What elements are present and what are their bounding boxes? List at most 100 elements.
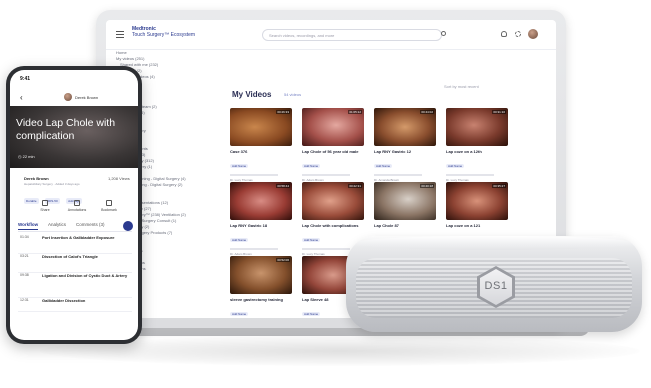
video-title[interactable]: Lap Chole with complications [302, 223, 364, 228]
video-card[interactable]: 00:58:44 Lap RNY Gastric 18 Add Name Dr. Ad… [230, 182, 292, 256]
video-tag[interactable]: Add Name [230, 312, 249, 316]
video-title[interactable]: Lap RNY Gastric 12 [374, 149, 436, 154]
video-author: Derek Brown [24, 176, 49, 181]
step-title: Dissection of Calot's Triangle [42, 254, 98, 259]
video-duration: 00:40:18 [420, 184, 434, 188]
video-duration: 01:05:12 [348, 110, 362, 114]
annotations-icon [74, 200, 80, 206]
video-tag[interactable]: Add Name [302, 164, 321, 168]
tab-analytics[interactable]: Analytics [48, 222, 66, 227]
video-card[interactable]: 00:31:10 Lap coze on a 12th Add Name Dr. Lu… [446, 108, 508, 182]
video-thumbnail[interactable]: 00:40:18 [374, 182, 436, 220]
video-duration: 00:58:44 [276, 184, 290, 188]
video-thumbnail[interactable]: 00:35:27 [446, 182, 508, 220]
video-title[interactable]: sleeve gastrectomy training [230, 297, 292, 302]
video-title: Video Lap Chole with complication [16, 117, 116, 142]
back-icon[interactable]: ‹ [20, 94, 23, 102]
video-duration: 00:26:33 [276, 110, 290, 114]
add-button[interactable] [123, 221, 133, 231]
video-thumbnail[interactable]: 00:26:33 [230, 108, 292, 146]
video-title[interactable]: Case 376 [230, 149, 292, 154]
video-duration: 00:22:31 [348, 184, 362, 188]
page-title: My Videos [232, 90, 272, 99]
step-time: 03:21 [20, 254, 29, 258]
phone: 9:41 ‹ Derek Brown Video Lap Chole with … [6, 66, 142, 344]
video-card[interactable]: 00:52:06 sleeve gastrectomy training Add N… [230, 256, 292, 318]
video-tag[interactable]: Add Name [446, 164, 465, 168]
top-bar: Medtronic Touch Surgery™ Ecosystem Searc… [106, 20, 556, 50]
divider [374, 174, 422, 176]
workflow-step[interactable]: 12:31 Gallbladder Dissection [18, 298, 132, 312]
video-duration: 00:52:06 [276, 258, 290, 262]
share-icon [42, 200, 48, 206]
bookmark-icon [106, 200, 112, 206]
device-logo-label: DS1 [484, 280, 508, 292]
search-icon[interactable] [441, 31, 446, 36]
video-thumbnail[interactable]: 01:05:12 [302, 108, 364, 146]
video-tag[interactable]: Add Name [302, 238, 321, 242]
phone-screen: 9:41 ‹ Derek Brown Video Lap Chole with … [10, 70, 138, 340]
share-label: Share [40, 208, 50, 212]
product-scene: Medtronic Touch Surgery™ Ecosystem Searc… [0, 0, 651, 388]
brand-logo[interactable]: Medtronic Touch Surgery™ Ecosystem [132, 26, 196, 38]
workflow-step[interactable]: 03:21 Dissection of Calot's Triangle [18, 254, 132, 273]
divider [230, 248, 278, 250]
video-card[interactable]: 00:44:02 Lap RNY Gastric 12 Add Name Dr. Am… [374, 108, 436, 182]
video-title[interactable]: Lap coze on a 12th [446, 149, 508, 154]
device-top [354, 236, 634, 250]
divider [302, 174, 350, 176]
video-tag[interactable]: Add Name [230, 238, 249, 242]
video-duration: ◷ 22 min [18, 154, 35, 159]
annotations-button[interactable]: Annotations [64, 200, 90, 212]
video-duration: 00:31:10 [492, 110, 506, 114]
menu-icon[interactable] [116, 31, 124, 38]
workflow-step[interactable]: 09:38 Ligation and Division of Cystic Duc… [18, 273, 132, 298]
video-title[interactable]: Lap Chole 87 [374, 223, 436, 228]
settings-icon[interactable] [515, 31, 521, 37]
step-time: 01:34 [20, 235, 29, 239]
video-thumbnail[interactable]: 00:22:31 [302, 182, 364, 220]
divider [230, 174, 278, 176]
sort-control[interactable]: Sort by most recent [444, 84, 479, 89]
video-tag[interactable]: Add Name [302, 312, 321, 316]
step-title: Gallbladder Dissection [42, 298, 86, 303]
video-tag[interactable]: Add Name [374, 164, 393, 168]
tab-comments[interactable]: Comments (3) [76, 222, 105, 227]
video-duration: 00:44:02 [420, 110, 434, 114]
video-title[interactable]: Lap RNY Gastric 18 [230, 223, 292, 228]
tab-bar: Workflow Analytics Comments (3) [18, 222, 132, 232]
notifications-icon[interactable] [501, 31, 507, 37]
step-title: Port Insertion & Gallbladder Exposure [42, 235, 115, 240]
video-title[interactable]: Lap coze on a 121 [446, 223, 508, 228]
step-title: Ligation and Division of Cystic Duct & A… [42, 273, 128, 278]
video-duration: 00:35:27 [492, 184, 506, 188]
step-time: 09:38 [20, 273, 29, 277]
user-avatar[interactable] [528, 29, 538, 39]
video-duration-text: 22 min [22, 154, 35, 159]
video-subtitle: Hepatobiliary Surgery · Added 3 days ago [24, 182, 80, 186]
brand-product: Touch Surgery™ Ecosystem [132, 31, 196, 38]
video-card[interactable]: 01:05:12 Lap Chole of 56 year old male Add… [302, 108, 364, 182]
user-name: Derek Brown [75, 95, 99, 100]
video-title[interactable]: Lap Chole of 56 year old male [302, 149, 364, 154]
bookmark-label: Bookmark [101, 208, 117, 212]
video-tag[interactable]: Add Name [230, 164, 249, 168]
video-thumbnail[interactable]: 00:44:02 [374, 108, 436, 146]
view-count: 1,208 Views [108, 176, 130, 181]
workflow-step[interactable]: 01:34 Port Insertion & Gallbladder Exposu… [18, 235, 132, 254]
video-thumbnail[interactable]: 00:52:06 [230, 256, 292, 294]
video-card[interactable]: 00:26:33 Case 376 Add Name Dr. Lucy Thomas [230, 108, 292, 182]
divider [302, 248, 350, 250]
tab-workflow[interactable]: Workflow [18, 222, 39, 230]
annotations-label: Annotations [67, 208, 87, 212]
bookmark-button[interactable]: Bookmark [96, 200, 122, 212]
divider [446, 174, 494, 176]
video-thumbnail[interactable]: 00:58:44 [230, 182, 292, 220]
video-thumbnail[interactable]: 00:31:10 [446, 108, 508, 146]
search-input[interactable]: Search videos, recordings, and more [262, 29, 442, 41]
status-time: 9:41 [20, 76, 31, 82]
share-button[interactable]: Share [32, 200, 58, 212]
ds1-device: DS1 [346, 236, 642, 332]
step-time: 12:31 [20, 298, 29, 302]
video-count: 54 videos [284, 92, 302, 97]
